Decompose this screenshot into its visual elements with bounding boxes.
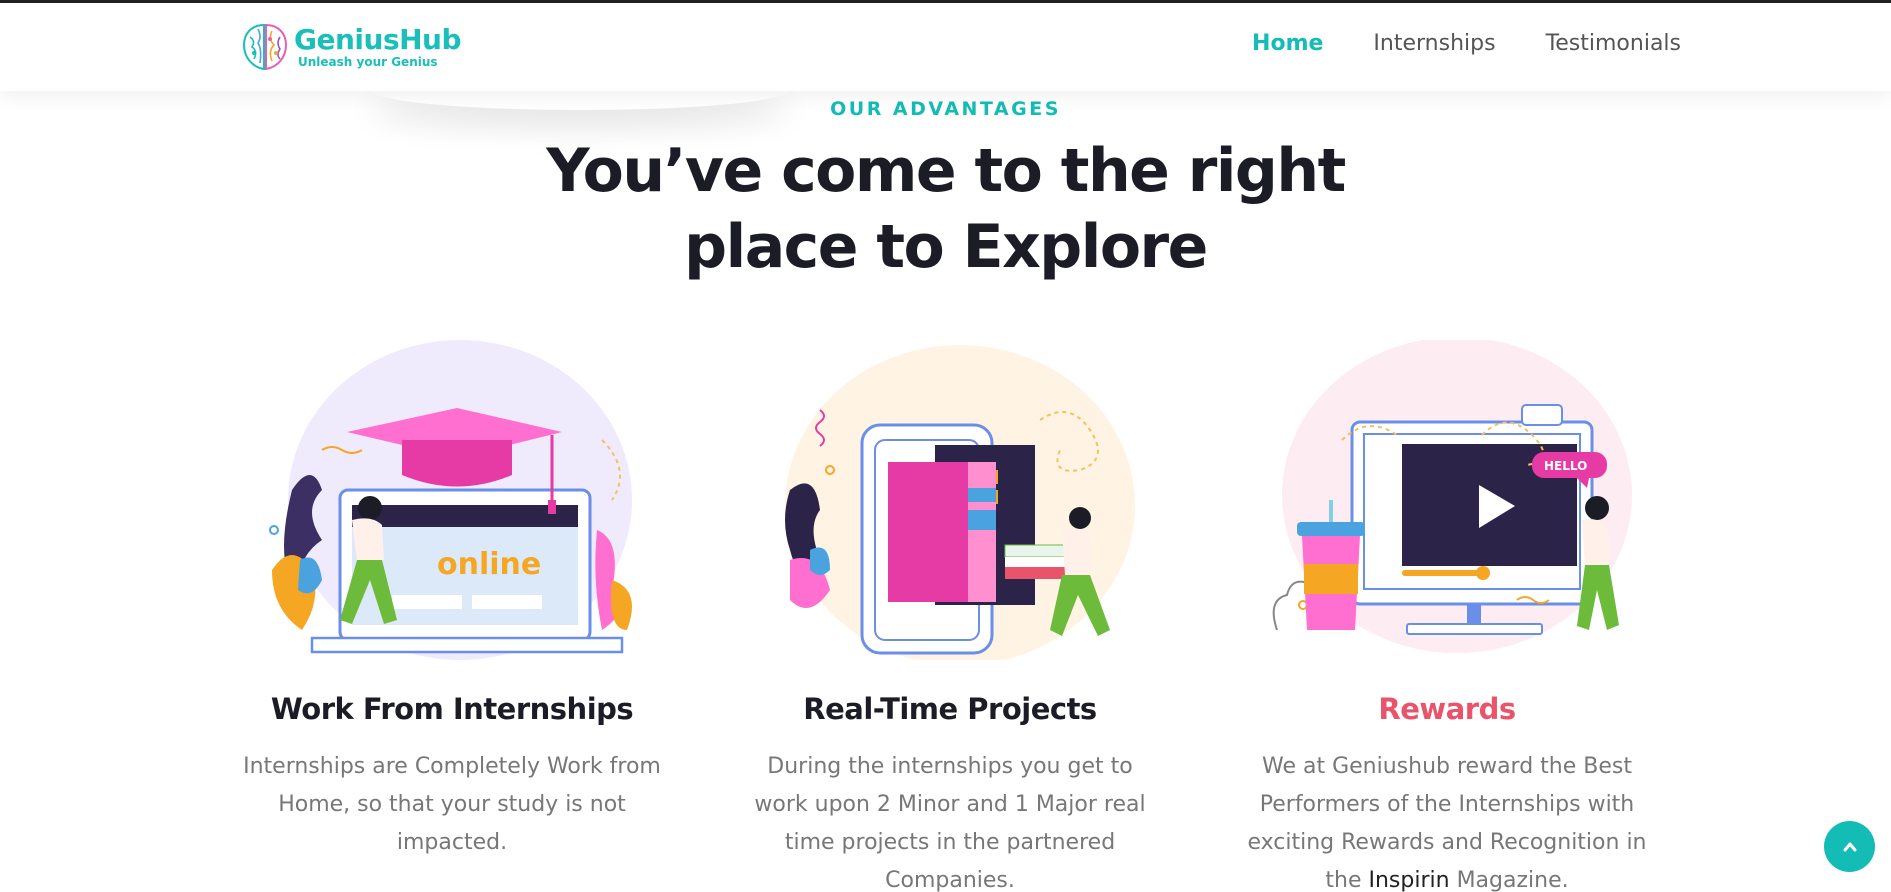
card-title-rewards: Rewards (1378, 692, 1516, 726)
section-eyebrow: OUR ADVANTAGES (830, 98, 1061, 120)
advantage-card-projects: Real-Time Projects During the internship… (740, 340, 1160, 892)
nav-home[interactable]: Home (1252, 31, 1323, 56)
navbar: GeniusHub Unleash your Genius Home Inter… (0, 3, 1891, 91)
brand-text: GeniusHub Unleash your Genius (294, 23, 462, 70)
card-title-internships: Work From Internships (270, 692, 634, 726)
video-monitor-illustration-icon: HELLO (1272, 340, 1632, 653)
advantage-card-internships: online Work From Internships Internships… (242, 340, 662, 862)
nav-testimonials[interactable]: Testimonials (1546, 31, 1681, 56)
rewards-text-end: Magazine. (1456, 868, 1569, 892)
card-title-projects: Real-Time Projects (803, 692, 1097, 726)
headline-line-1: You’ve come to the right (546, 136, 1346, 206)
brand-tagline: Unleash your Genius (298, 55, 438, 69)
advantage-card-rewards: HELLO Rewards We at Geniushub reward the… (1237, 340, 1657, 892)
nav-internships[interactable]: Internships (1373, 31, 1495, 56)
card-text-rewards: We at Geniushub reward the Best Performe… (1237, 748, 1657, 892)
hello-illustration-text: HELLO (1544, 459, 1587, 473)
inspirin-link[interactable]: Inspirin (1368, 868, 1449, 892)
brand-name: GeniusHub (294, 23, 462, 56)
graduation-laptop-illustration-icon: online (269, 340, 632, 660)
scroll-to-top-button[interactable] (1824, 821, 1875, 872)
online-illustration-text: online (437, 547, 541, 582)
brand-logo[interactable]: GeniusHub Unleash your Genius (240, 19, 462, 75)
main-nav: Home Internships Testimonials (1252, 31, 1681, 56)
headline-line-2: place to Explore (684, 212, 1208, 282)
card-text-projects: During the internships you get to work u… (754, 754, 1146, 892)
card-text-internships: Internships are Completely Work from Hom… (243, 754, 661, 855)
chevron-up-icon (1843, 842, 1856, 851)
books-phone-illustration-icon (785, 345, 1135, 660)
brain-logo-icon (242, 23, 288, 71)
section-headline: You’ve come to the right place to Explor… (0, 133, 1891, 285)
